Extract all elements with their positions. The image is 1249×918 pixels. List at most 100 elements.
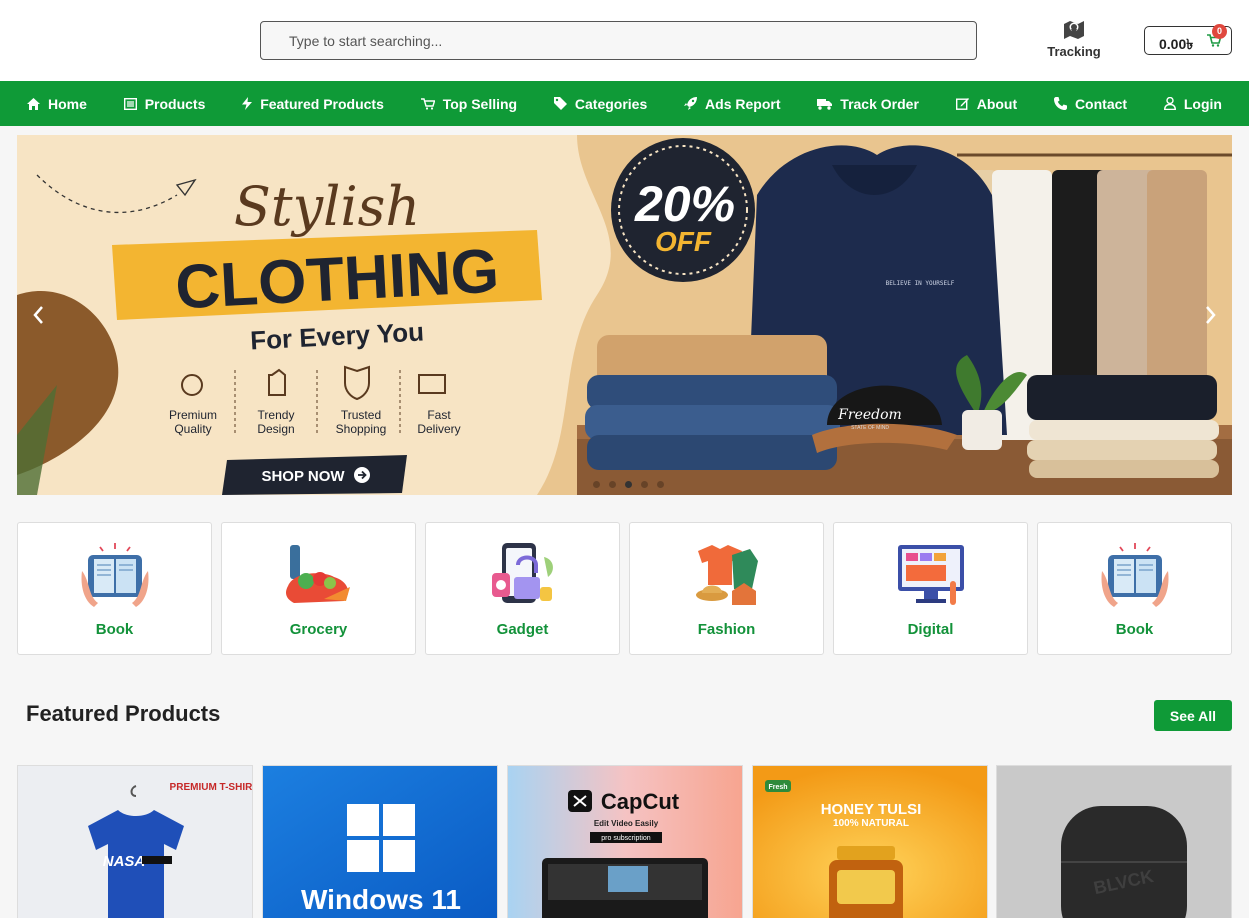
product-badge: Fresh xyxy=(768,784,787,791)
truck-icon xyxy=(817,98,833,110)
product-subtitle: 100% NATURAL xyxy=(833,818,909,829)
tracking-label: Tracking xyxy=(1047,44,1101,59)
nav-label: Featured Products xyxy=(260,95,384,112)
grocery-illustration xyxy=(286,545,350,603)
shop-now-label: SHOP NOW xyxy=(261,468,345,485)
see-all-button[interactable]: See All xyxy=(1154,700,1232,731)
search-input[interactable] xyxy=(261,22,976,59)
nav-label: Products xyxy=(144,95,206,112)
discount-value: 20% xyxy=(634,176,735,232)
product-title: Windows 11 xyxy=(301,884,461,915)
slider-dot[interactable] xyxy=(593,481,600,488)
category-card-digital[interactable]: Digital xyxy=(833,522,1028,655)
nav-label: Top Selling xyxy=(442,95,518,112)
user-icon xyxy=(1163,97,1176,110)
category-name: Gadget xyxy=(496,621,549,638)
product-print: NASA xyxy=(103,853,146,870)
nav-label: Track Order xyxy=(840,95,919,112)
cart-total: 0.00৳ xyxy=(1159,36,1194,52)
nav-label: About xyxy=(976,95,1018,112)
slider-dot-active[interactable] xyxy=(625,481,632,488)
product-subtitle: Edit Video Easily xyxy=(594,819,659,828)
nav-item-products[interactable]: Products xyxy=(123,95,206,112)
home-icon xyxy=(27,97,40,110)
edit-icon xyxy=(955,98,969,110)
book-illustration xyxy=(1101,543,1169,607)
product-image-earbuds-case: BLVCK xyxy=(997,766,1231,918)
category-name: Fashion xyxy=(697,621,756,638)
product-card[interactable]: Fresh HONEY TULSI 100% NATURAL xyxy=(752,765,988,918)
nav-label: Home xyxy=(48,95,87,112)
nav-item-login[interactable]: Login xyxy=(1163,95,1222,112)
product-card[interactable]: Windows 11 xyxy=(262,765,498,918)
product-card[interactable]: BLVCK xyxy=(996,765,1232,918)
nav-label: Ads Report xyxy=(705,95,781,112)
product-image-capcut: CapCut Edit Video Easily pro subscriptio… xyxy=(508,766,742,918)
cap-subprint: STATE OF MIND xyxy=(851,425,889,431)
category-card-gadget[interactable]: Gadget xyxy=(425,522,620,655)
hero-script-title: Stylish xyxy=(234,175,420,238)
nav-item-track-order[interactable]: Track Order xyxy=(817,96,919,112)
feature-fast-delivery: Fast Delivery xyxy=(417,408,461,436)
nav-item-contact[interactable]: Contact xyxy=(1053,95,1128,112)
nav-label: Categories xyxy=(574,95,648,112)
slider-dot[interactable] xyxy=(641,481,648,488)
bolt-icon xyxy=(242,97,253,110)
cart-count-badge: 0 xyxy=(1212,24,1227,39)
product-title: CapCut xyxy=(601,789,680,814)
nav-item-top-selling[interactable]: Top Selling xyxy=(420,95,518,112)
main-nav: Home Products Featured Products Top Sell… xyxy=(0,81,1249,126)
chevron-left-icon xyxy=(33,306,43,324)
phone-icon xyxy=(1053,97,1067,110)
hoodie-print: BELIEVE IN YOURSELF xyxy=(886,280,955,287)
product-title: HONEY TULSI xyxy=(821,801,922,818)
category-card-grocery[interactable]: Grocery xyxy=(221,522,416,655)
category-name: Digital xyxy=(907,621,954,638)
feature-trendy-design: Trendy Design xyxy=(257,408,295,436)
hero-artwork: 20% OFF BELIEVE IN YOURSELF Freedom STAT… xyxy=(17,135,1232,495)
cart-icon xyxy=(420,97,435,110)
list-icon xyxy=(123,97,137,110)
product-card[interactable]: PREMIUM T-SHIRT NASA xyxy=(17,765,253,918)
hero-prev-arrow[interactable] xyxy=(28,301,48,329)
search-box[interactable] xyxy=(260,21,977,60)
product-image-tshirt: PREMIUM T-SHIRT NASA xyxy=(18,766,252,918)
fashion-illustration xyxy=(696,545,758,605)
feature-trusted-shopping: Trusted Shopping xyxy=(335,408,387,436)
category-name: Book xyxy=(95,621,134,638)
rocket-icon xyxy=(684,97,698,110)
discount-word: OFF xyxy=(655,226,712,257)
tracking-button[interactable]: Tracking xyxy=(1040,19,1108,63)
gadget-illustration xyxy=(492,543,553,603)
nav-item-ads-report[interactable]: Ads Report xyxy=(684,95,781,112)
nav-item-featured-products[interactable]: Featured Products xyxy=(242,96,384,112)
category-card-book[interactable]: Book xyxy=(1037,522,1232,655)
section-title: Featured Products xyxy=(26,701,221,726)
header: Tracking 0.00৳ 0 xyxy=(0,0,1249,81)
map-pin-icon xyxy=(1064,21,1084,39)
category-card-fashion[interactable]: Fashion xyxy=(629,522,824,655)
digital-illustration xyxy=(898,545,964,605)
nav-item-categories[interactable]: Categories xyxy=(553,95,648,112)
nav-item-home[interactable]: Home xyxy=(27,96,87,112)
product-image-windows: Windows 11 xyxy=(263,766,497,918)
slider-dot[interactable] xyxy=(609,481,616,488)
cart-button[interactable]: 0.00৳ 0 xyxy=(1144,24,1232,55)
product-image-honey: Fresh HONEY TULSI 100% NATURAL xyxy=(753,766,987,918)
book-illustration xyxy=(81,543,149,607)
hero-next-arrow[interactable] xyxy=(1201,301,1221,329)
slider-dots xyxy=(593,481,664,488)
hero-banner[interactable]: 20% OFF BELIEVE IN YOURSELF Freedom STAT… xyxy=(17,135,1232,495)
category-name: Book xyxy=(1115,621,1154,638)
product-badge: pro subscription xyxy=(601,835,651,842)
category-card-book[interactable]: Book xyxy=(17,522,212,655)
tag-icon xyxy=(553,97,567,110)
nav-label: Login xyxy=(1183,95,1222,112)
slider-dot[interactable] xyxy=(657,481,664,488)
nav-item-about[interactable]: About xyxy=(955,95,1018,112)
category-name: Grocery xyxy=(289,621,348,638)
nav-label: Contact xyxy=(1074,95,1128,112)
cap-print: Freedom xyxy=(837,407,902,423)
product-card[interactable]: CapCut Edit Video Easily pro subscriptio… xyxy=(507,765,743,918)
chevron-right-icon xyxy=(1206,306,1216,324)
